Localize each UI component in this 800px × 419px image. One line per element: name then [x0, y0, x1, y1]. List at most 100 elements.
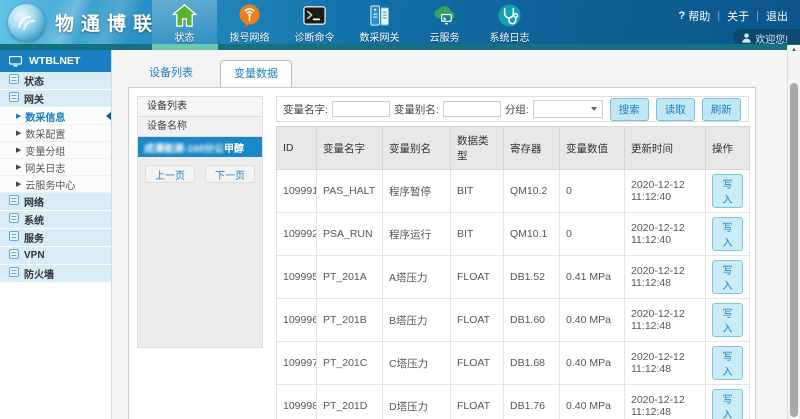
cell-value: 0.40 MPa: [560, 342, 625, 385]
cell-type: BIT: [451, 170, 504, 213]
cell-id: 109997: [277, 342, 317, 385]
stethoscope-icon: [497, 3, 522, 28]
group-select[interactable]: [533, 100, 603, 118]
column-header: 变量数值: [560, 127, 625, 170]
nav-item-label: 云服务: [430, 29, 460, 44]
cell-name: PT_201A: [317, 256, 383, 299]
chevron-down-icon: [591, 107, 597, 111]
cell-id: 109998: [277, 385, 317, 419]
variable-alias-input[interactable]: [443, 101, 501, 117]
device-next-button[interactable]: 下一页: [205, 165, 255, 183]
sidebar-subitem-data-config[interactable]: ▶数采配置: [0, 125, 111, 142]
sidebar-item-system[interactable]: 系统: [0, 211, 111, 229]
variable-alias-label: 变量别名:: [394, 102, 439, 117]
search-button[interactable]: 搜索: [610, 98, 649, 121]
cell-alias: 程序运行: [383, 213, 451, 256]
nav-item-system-log[interactable]: 系统日志: [477, 0, 542, 44]
cell-register: DB1.68: [504, 342, 560, 385]
sidebar-item-firewall[interactable]: 防火墙: [0, 265, 111, 283]
device-panel: 设备列表 设备名称 成谭能源-100分公甲醇 上一页 下一页: [137, 96, 263, 348]
list-icon: [9, 195, 19, 208]
arrow-right-icon: ▶: [16, 180, 21, 188]
table-row: 109991PAS_HALT程序暂停BITQM10.202020-12-12 1…: [277, 170, 750, 213]
page-scrollbar[interactable]: ▲: [787, 45, 800, 419]
device-list-item[interactable]: 成谭能源-100分公甲醇: [138, 137, 262, 157]
cell-type: FLOAT: [451, 256, 504, 299]
scroll-up-arrow[interactable]: ▲: [788, 45, 800, 56]
sidebar-subitem-variable-group[interactable]: ▶变量分组: [0, 142, 111, 159]
sidebar-item-gateway[interactable]: 网关: [0, 90, 111, 108]
help-link[interactable]: 帮助: [688, 8, 710, 24]
list-icon: [9, 249, 19, 262]
sidebar-item-vpn[interactable]: VPN: [0, 247, 111, 265]
read-button[interactable]: 读取: [656, 98, 695, 121]
column-header: 寄存器: [504, 127, 560, 170]
cell-type: FLOAT: [451, 299, 504, 342]
nav-item-label: 数采网关: [360, 29, 400, 44]
nav-item-label: 状态: [175, 29, 195, 44]
sidebar-header: WTBLNET: [0, 50, 111, 72]
sidebar-item-label: 状态: [24, 73, 44, 88]
cell-id: 109995: [277, 256, 317, 299]
sidebar-item-status[interactable]: 状态: [0, 72, 111, 90]
table-row: 109995PT_201AA塔压力FLOATDB1.520.41 MPa2020…: [277, 256, 750, 299]
variable-name-label: 变量名字:: [283, 102, 328, 117]
sidebar-item-network[interactable]: 网络: [0, 193, 111, 211]
device-pagination: 上一页 下一页: [138, 157, 262, 191]
tab-variable-data[interactable]: 变量数据: [220, 60, 292, 87]
write-button[interactable]: 写入: [712, 174, 743, 208]
top-nav: 状态 拨号网络诊断命令数采网关 云服务 系统日志: [152, 0, 542, 44]
sidebar-subitem-data-info[interactable]: ▶ 数采信息: [0, 108, 111, 125]
cell-type: FLOAT: [451, 385, 504, 419]
device-name-column-header: 设备名称: [138, 117, 262, 137]
gateway-icon: [367, 3, 392, 28]
list-icon: [9, 74, 19, 87]
write-button[interactable]: 写入: [712, 389, 743, 419]
sidebar-item-label: 服务: [24, 230, 44, 245]
list-icon: [9, 231, 19, 244]
logo-icon: [8, 4, 45, 41]
sidebar-subitem-gateway-log[interactable]: ▶网关日志: [0, 159, 111, 176]
main-content: 设备列表变量数据 设备列表 设备名称 成谭能源-100分公甲醇 上一页 下一页 …: [112, 50, 787, 419]
sidebar-item-service[interactable]: 服务: [0, 229, 111, 247]
nav-item-cloud-service[interactable]: 云服务: [412, 0, 477, 44]
cell-alias: 程序暂停: [383, 170, 451, 213]
arrow-right-icon: ▶: [16, 112, 21, 120]
nav-item-label: 拨号网络: [230, 29, 270, 44]
nav-item-diagnostic[interactable]: 诊断命令: [282, 0, 347, 44]
list-icon: [9, 213, 19, 226]
write-button[interactable]: 写入: [712, 260, 743, 294]
cell-alias: A塔压力: [383, 256, 451, 299]
table-header-row: ID变量名字变量别名数据类型寄存器变量数值更新时间操作: [277, 127, 750, 170]
refresh-button[interactable]: 刷新: [702, 98, 741, 121]
variable-name-input[interactable]: [332, 101, 390, 117]
cell-value: 0: [560, 213, 625, 256]
home-icon: [172, 3, 197, 28]
tab-device-list[interactable]: 设备列表: [136, 60, 206, 87]
nav-item-dial-network[interactable]: 拨号网络: [217, 0, 282, 44]
nav-item-status[interactable]: 状态: [152, 0, 217, 44]
content-card: 设备列表 设备名称 成谭能源-100分公甲醇 上一页 下一页 变量名字: 变量别…: [128, 87, 756, 419]
arrow-right-icon: ▶: [16, 129, 21, 137]
about-link[interactable]: 关于: [727, 8, 749, 24]
sidebar-subitem-label: 变量分组: [25, 143, 65, 158]
device-prev-button[interactable]: 上一页: [145, 165, 195, 183]
app-header: 物通博联 状态拨号网络诊断命令数采网关云服务系统日志 ?帮助|关于|退出 欢迎您…: [0, 0, 800, 50]
table-row: 109998PT_201DD塔压力FLOATDB1.760.40 MPa2020…: [277, 385, 750, 419]
device-panel-title: 设备列表: [138, 97, 262, 117]
write-button[interactable]: 写入: [712, 217, 743, 251]
cell-register: DB1.76: [504, 385, 560, 419]
cell-value: 0.41 MPa: [560, 256, 625, 299]
write-button[interactable]: 写入: [712, 346, 743, 380]
sidebar-item-label: VPN: [24, 250, 45, 261]
sidebar-subitem-label: 数采信息: [25, 109, 65, 124]
table-row: 109992PSA_RUN程序运行BITQM10.102020-12-12 11…: [277, 213, 750, 256]
device-name-visible: 甲醇: [224, 140, 244, 155]
write-button[interactable]: 写入: [712, 303, 743, 337]
sidebar-subitem-cloud-center[interactable]: ▶云服务中心: [0, 176, 111, 193]
sidebar: WTBLNET 状态网关▶数采信息▶数采配置▶变量分组▶网关日志▶云服务中心网络…: [0, 50, 112, 419]
scrollbar-thumb[interactable]: [790, 83, 798, 417]
nav-item-data-gateway[interactable]: 数采网关: [347, 0, 412, 44]
logout-link[interactable]: 退出: [766, 8, 788, 24]
divider: |: [756, 10, 759, 22]
